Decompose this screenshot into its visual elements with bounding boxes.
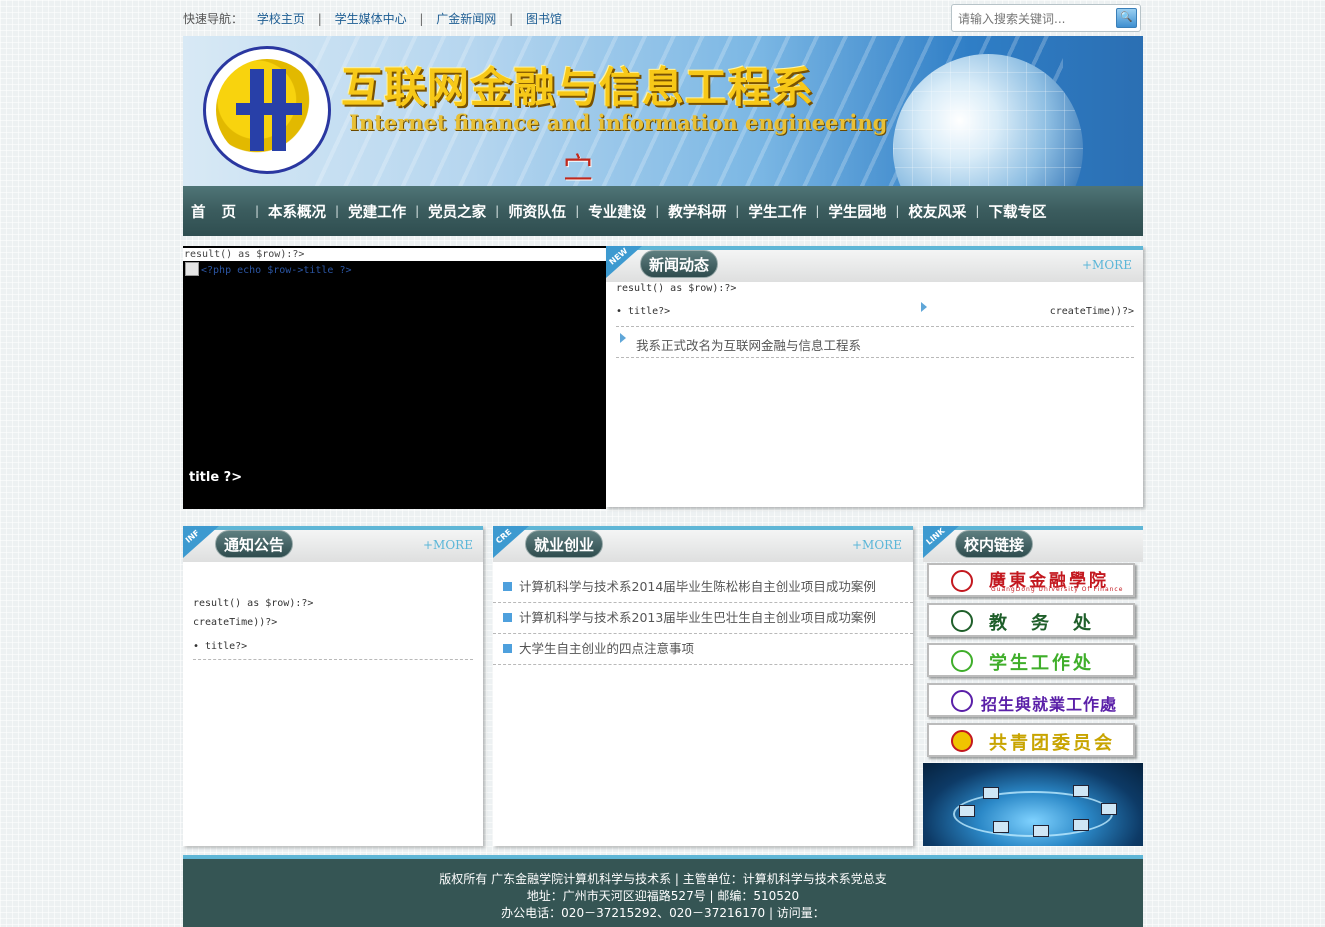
separator: | <box>975 204 980 218</box>
network-image <box>923 763 1143 846</box>
notice-row-title: • title?> <box>193 641 248 652</box>
slideshow-image[interactable]: <?php echo $row->title ?> <box>185 262 352 278</box>
slideshow-caption[interactable]: title ?> <box>189 470 242 485</box>
slideshow-code-line: result() as $row):?> <box>183 248 606 261</box>
link-sublabel: GuangDong University Of Finance <box>991 586 1124 593</box>
nav-majors[interactable]: 专业建设 <box>588 201 646 222</box>
separator: | <box>255 204 260 218</box>
footer-contact: 办公电话：020－37215292、020－37216170 | 访问量： <box>501 906 825 920</box>
search-input[interactable] <box>958 10 1108 27</box>
admissions-seal-icon <box>951 690 973 712</box>
news-row[interactable]: 我系正式改名为互联网金融与信息工程系 <box>616 331 1134 358</box>
list-item-title: 计算机科学与技术系2013届毕业生巴壮生自主创业项目成功案例 <box>519 610 876 625</box>
link-youth-league[interactable]: 共青团委员会 <box>927 723 1135 757</box>
separator: | <box>495 204 500 218</box>
banner-title: 互联网金融与信息工程系 <box>341 63 815 112</box>
nav-overview[interactable]: 本系概况 <box>268 201 326 222</box>
career-title: 就业创业 <box>525 530 604 558</box>
news-row[interactable]: • title?> createTime))?> <box>616 300 1134 327</box>
main-nav: 首页 | 本系概况 | 党建工作 | 党员之家 | 师资队伍 | 专业建设 | … <box>183 186 1143 236</box>
banner-subtitle: Internet finance and information enginee… <box>349 110 888 135</box>
separator: | <box>815 204 820 218</box>
search-icon: 🔍 <box>1120 12 1133 23</box>
nav-downloads[interactable]: 下载专区 <box>988 201 1046 222</box>
news-row-title: • title?> <box>616 306 671 317</box>
nav-home[interactable]: 首页 <box>191 201 252 222</box>
notice-title: 通知公告 <box>215 530 294 558</box>
notice-panel: INF 通知公告 +MORE result() as $row):?> crea… <box>183 526 483 846</box>
separator: | <box>655 204 660 218</box>
footer: 版权所有 广东金融学院计算机科学与技术系 | 主管单位：计算机科学与技术系党总支… <box>183 855 1143 927</box>
link-admissions[interactable]: 招生與就業工作處 <box>927 683 1135 717</box>
slideshow-image-alt: <?php echo $row->title ?> <box>201 265 352 276</box>
link-library[interactable]: 图书馆 <box>526 12 562 26</box>
link-gduf[interactable]: 廣東金融學院 GuangDong University Of Finance <box>927 563 1135 597</box>
career-panel: CRE 就业创业 +MORE 计算机科学与技术系2014届毕业生陈松彬自主创业项… <box>493 526 913 846</box>
footer-address: 地址：广州市天河区迎福路527号 | 邮编：510520 <box>526 889 800 903</box>
banner: 互联网金融与信息工程系 Internet finance and informa… <box>183 36 1143 186</box>
bullet-icon <box>503 582 512 591</box>
separator: | <box>509 12 514 26</box>
youth-league-emblem-icon <box>951 730 973 752</box>
bullet-icon <box>503 613 512 622</box>
nav-teaching[interactable]: 教学科研 <box>668 201 726 222</box>
link-news-site[interactable]: 广金新闻网 <box>436 12 496 26</box>
notice-time: createTime))?> <box>193 617 278 628</box>
nav-faculty[interactable]: 师资队伍 <box>508 201 566 222</box>
nav-party-work[interactable]: 党建工作 <box>348 201 406 222</box>
footer-copyright: 版权所有 广东金融学院计算机科学与技术系 | 主管单位：计算机科学与技术系党总支 <box>439 872 887 886</box>
link-label: 招生與就業工作處 <box>981 695 1118 714</box>
career-more-link[interactable]: +MORE <box>852 538 902 552</box>
quick-nav: 快速导航： 学校主页 | 学生媒体中心 | 广金新闻网 | 图书馆 <box>183 10 562 27</box>
link-student-affairs[interactable]: 学生工作处 <box>927 643 1135 677</box>
notice-code-line: result() as $row):?> <box>193 598 314 609</box>
separator: | <box>735 204 740 218</box>
news-more-link[interactable]: +MORE <box>1082 258 1132 272</box>
nav-student-garden[interactable]: 学生园地 <box>828 201 886 222</box>
search-button[interactable]: 🔍 <box>1116 8 1137 28</box>
separator: | <box>419 12 424 26</box>
notice-row[interactable]: • title?> <box>193 636 473 660</box>
list-item-title: 大学生自主创业的四点注意事项 <box>519 641 695 656</box>
news-panel: NEW 新闻动态 +MORE result() as $row):?> • ti… <box>606 246 1143 507</box>
academic-seal-icon <box>951 610 973 632</box>
news-row-title: 我系正式改名为互联网金融与信息工程系 <box>636 338 862 353</box>
separator: | <box>415 204 420 218</box>
top-bar: 快速导航： 学校主页 | 学生媒体中心 | 广金新闻网 | 图书馆 🔍 <box>183 0 1143 36</box>
news-code-line: result() as $row):?> <box>616 283 737 294</box>
links-title: 校内链接 <box>955 530 1034 558</box>
arrow-icon <box>620 333 626 343</box>
list-item[interactable]: 计算机科学与技术系2014届毕业生陈松彬自主创业项目成功案例 <box>493 572 913 603</box>
bullet-icon <box>503 644 512 653</box>
department-logo <box>203 46 331 174</box>
separator: | <box>895 204 900 218</box>
nav-student-work[interactable]: 学生工作 <box>748 201 806 222</box>
search-box: 🔍 <box>951 4 1141 32</box>
separator: | <box>575 204 580 218</box>
nav-alumni[interactable]: 校友风采 <box>908 201 966 222</box>
news-row-time: createTime))?> <box>1049 306 1134 317</box>
list-item[interactable]: 计算机科学与技术系2013届毕业生巴壮生自主创业项目成功案例 <box>493 603 913 634</box>
student-seal-icon <box>951 650 973 672</box>
link-label: 共青团委员会 <box>989 733 1115 754</box>
arrow-icon <box>921 302 927 312</box>
news-title: 新闻动态 <box>640 250 719 278</box>
list-item[interactable]: 大学生自主创业的四点注意事项 <box>493 634 913 665</box>
nav-party-home[interactable]: 党员之家 <box>428 201 486 222</box>
list-item-title: 计算机科学与技术系2014届毕业生陈松彬自主创业项目成功案例 <box>519 579 876 594</box>
banner-mark: 㝉 <box>563 152 593 186</box>
link-school-home[interactable]: 学校主页 <box>257 12 305 26</box>
notice-more-link[interactable]: +MORE <box>423 538 473 552</box>
quick-nav-label: 快速导航： <box>183 12 244 26</box>
link-label: 教 务 处 <box>989 613 1094 634</box>
slideshow[interactable]: result() as $row):?> <?php echo $row->ti… <box>183 246 606 509</box>
link-student-media[interactable]: 学生媒体中心 <box>335 12 407 26</box>
separator: | <box>317 12 322 26</box>
link-label: 学生工作处 <box>989 653 1094 674</box>
gduf-seal-icon <box>951 570 973 592</box>
broken-image-icon <box>185 262 199 276</box>
link-academic-affairs[interactable]: 教 务 处 <box>927 603 1135 637</box>
links-panel: LINK 校内链接 廣東金融學院 GuangDong University Of… <box>923 526 1143 846</box>
separator: | <box>335 204 340 218</box>
